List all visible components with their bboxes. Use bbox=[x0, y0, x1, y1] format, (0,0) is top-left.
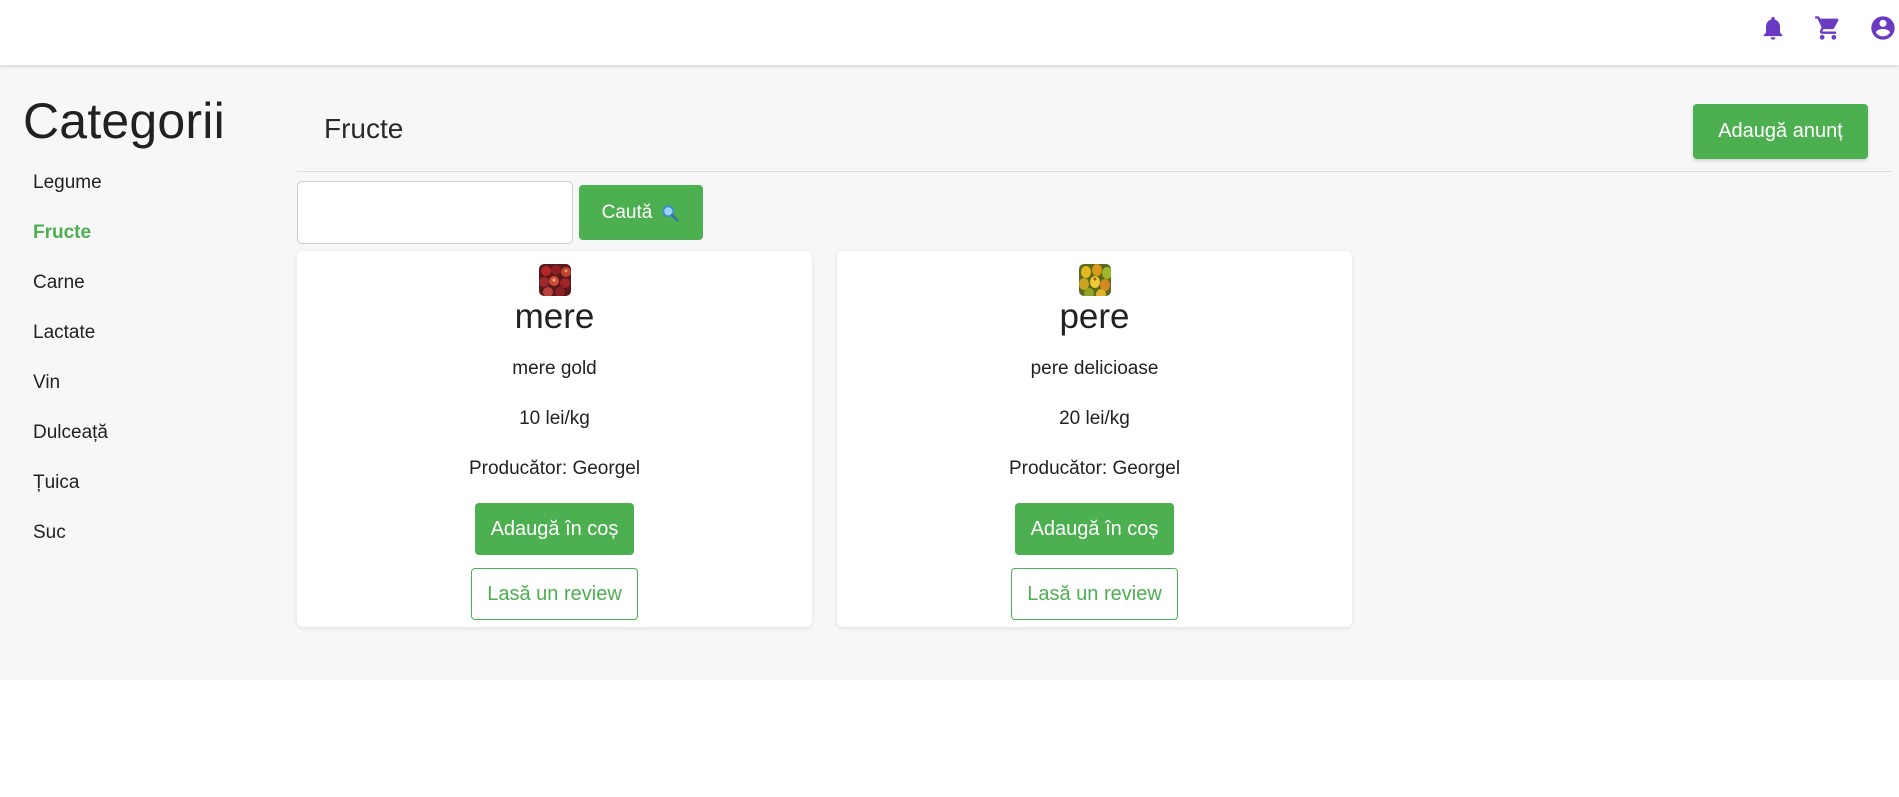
sidebar-item-carne[interactable]: Carne bbox=[33, 272, 108, 322]
product-price: 20 lei/kg bbox=[1059, 408, 1130, 429]
topbar-icons bbox=[1734, 12, 1899, 44]
bell-icon[interactable] bbox=[1757, 12, 1789, 44]
leave-review-button[interactable]: Lasă un review bbox=[471, 568, 638, 620]
shopping-cart-icon[interactable] bbox=[1812, 12, 1844, 44]
sidebar-title: Categorii bbox=[23, 93, 225, 149]
add-to-cart-button[interactable]: Adaugă în coș bbox=[1015, 503, 1174, 555]
sidebar-item-suc[interactable]: Suc bbox=[33, 522, 108, 572]
product-name: mere bbox=[514, 297, 595, 336]
product-image bbox=[538, 264, 571, 296]
product-producer: Producător: Georgel bbox=[468, 458, 641, 479]
product-description: mere gold bbox=[512, 358, 597, 379]
sidebar-item-lactate[interactable]: Lactate bbox=[33, 322, 108, 372]
product-card: mere mere gold 10 lei/kg Producător: Geo… bbox=[297, 251, 812, 627]
main-header: Fructe Adaugă anunț bbox=[297, 65, 1893, 172]
account-circle-icon[interactable] bbox=[1867, 12, 1899, 44]
product-description: pere delicioase bbox=[1030, 358, 1159, 379]
category-list: Legume Fructe Carne Lactate Vin Dulceață… bbox=[33, 172, 108, 572]
product-image bbox=[1078, 264, 1111, 296]
sidebar-item-legume[interactable]: Legume bbox=[33, 172, 108, 222]
page-title: Fructe bbox=[324, 113, 404, 144]
search-button-label: Caută bbox=[601, 201, 653, 223]
app-body: Categorii Legume Fructe Carne Lactate Vi… bbox=[0, 65, 1899, 680]
sidebar-item-vin[interactable]: Vin bbox=[33, 372, 108, 422]
add-to-cart-button[interactable]: Adaugă în coș bbox=[475, 503, 634, 555]
product-name: pere bbox=[1059, 297, 1130, 336]
product-producer: Producător: Georgel bbox=[1008, 458, 1181, 479]
top-navbar bbox=[0, 0, 1899, 65]
search-input[interactable] bbox=[297, 181, 573, 244]
sidebar-item-tuica[interactable]: Țuica bbox=[33, 472, 108, 522]
product-grid: mere mere gold 10 lei/kg Producător: Geo… bbox=[297, 251, 1377, 627]
product-card: pere pere delicioase 20 lei/kg Producăto… bbox=[837, 251, 1352, 627]
sidebar-item-fructe[interactable]: Fructe bbox=[33, 222, 108, 272]
category-sidebar: Categorii Legume Fructe Carne Lactate Vi… bbox=[0, 65, 290, 680]
leave-review-button[interactable]: Lasă un review bbox=[1011, 568, 1178, 620]
add-ad-button[interactable]: Adaugă anunț bbox=[1693, 104, 1868, 159]
search-button[interactable]: Caută bbox=[579, 185, 703, 240]
sidebar-item-dulceata[interactable]: Dulceață bbox=[33, 422, 108, 472]
magnifier-icon bbox=[662, 204, 680, 222]
product-price: 10 lei/kg bbox=[519, 408, 590, 429]
main-content: Fructe Adaugă anunț Caută mere mere gold… bbox=[297, 65, 1893, 680]
search-bar: Caută bbox=[297, 181, 703, 244]
